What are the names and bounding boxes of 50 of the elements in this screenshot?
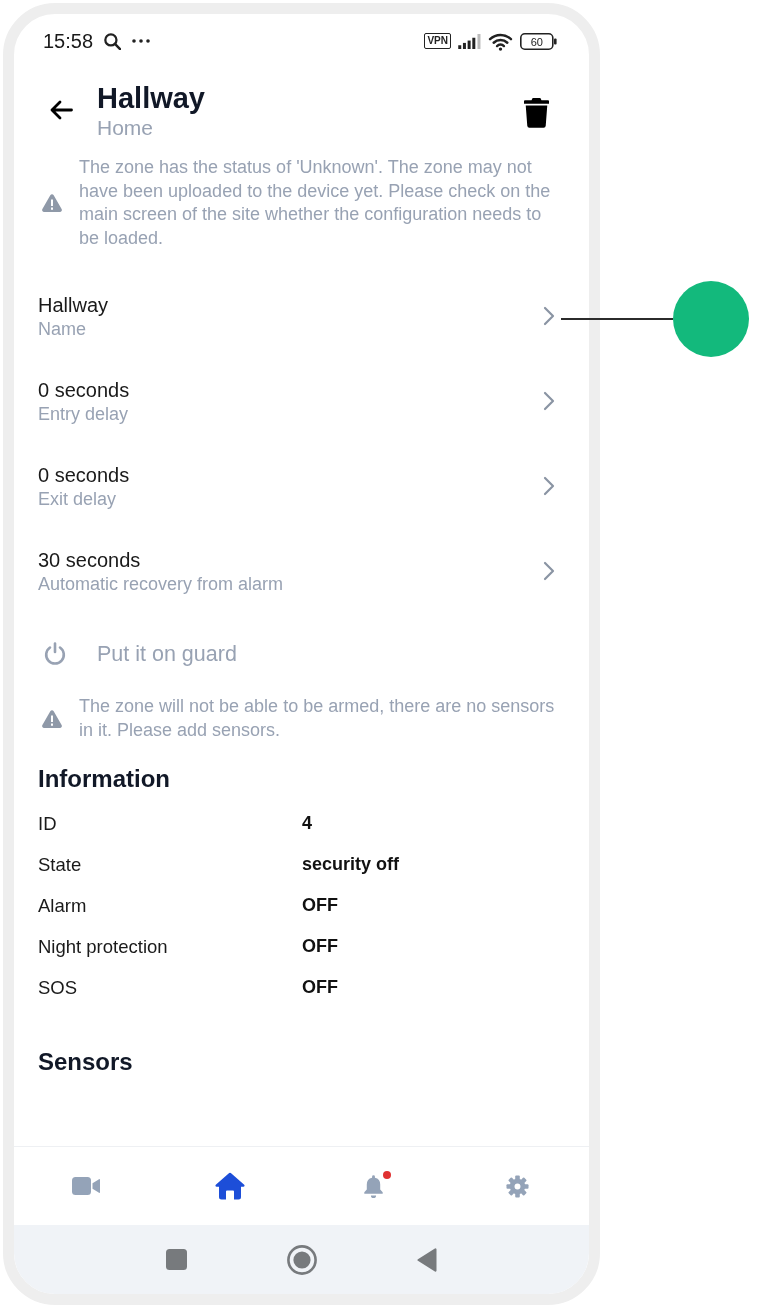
info-label: ID bbox=[38, 812, 57, 835]
chevron-right-icon[interactable] bbox=[543, 561, 555, 582]
setting-label: Name bbox=[38, 317, 86, 340]
back-arrow-icon[interactable] bbox=[49, 99, 73, 120]
signal-bars-icon bbox=[458, 33, 481, 49]
triangle-icon bbox=[417, 1247, 437, 1272]
info-value: security off bbox=[302, 854, 400, 876]
info-value: 4 bbox=[302, 813, 312, 835]
gear-icon bbox=[505, 1174, 529, 1198]
recents-button[interactable] bbox=[164, 1247, 189, 1272]
warning-icon bbox=[42, 194, 62, 213]
chevron-right-icon[interactable] bbox=[543, 306, 555, 327]
trash-icon[interactable] bbox=[524, 97, 549, 128]
info-value: OFF bbox=[302, 977, 338, 999]
bell-icon bbox=[361, 1173, 385, 1199]
page-subtitle: Home bbox=[97, 115, 154, 141]
ring-icon bbox=[287, 1244, 317, 1275]
info-value: OFF bbox=[302, 895, 338, 917]
chevron-right-icon[interactable] bbox=[543, 391, 555, 412]
setting-value: 0 seconds bbox=[38, 462, 130, 487]
info-label: SOS bbox=[38, 976, 78, 999]
setting-value: 30 seconds bbox=[38, 547, 141, 572]
power-icon bbox=[44, 642, 66, 666]
warning-text: The zone will not be able to be armed, there are no sensors in it. Please add sensors. bbox=[79, 694, 556, 742]
clock-time: 15:58 bbox=[43, 30, 94, 52]
wifi-icon bbox=[488, 31, 513, 51]
house-icon bbox=[214, 1172, 245, 1200]
setting-label: Entry delay bbox=[38, 402, 129, 425]
video-camera-icon bbox=[71, 1176, 100, 1196]
vpn-indicator: VPN bbox=[424, 33, 451, 49]
info-value: OFF bbox=[302, 936, 338, 958]
info-label: Night protection bbox=[38, 935, 168, 958]
home-button[interactable] bbox=[285, 1242, 319, 1277]
battery-indicator: 60 bbox=[520, 32, 557, 50]
warning-icon bbox=[42, 709, 62, 728]
page-title: Hallway bbox=[97, 82, 205, 115]
chevron-right-icon[interactable] bbox=[543, 476, 555, 497]
back-button[interactable] bbox=[415, 1245, 439, 1274]
square-icon bbox=[166, 1249, 187, 1270]
search-icon bbox=[104, 32, 122, 50]
setting-label: Exit delay bbox=[38, 487, 117, 510]
info-label: Alarm bbox=[38, 894, 87, 917]
setting-value: Hallway bbox=[38, 292, 109, 317]
section-heading: Sensors bbox=[38, 1048, 133, 1077]
more-dots-icon bbox=[132, 39, 151, 43]
section-heading: Information bbox=[38, 765, 170, 794]
setting-value: 0 seconds bbox=[38, 377, 130, 402]
setting-label: Automatic recovery from alarm bbox=[38, 572, 284, 595]
warning-text: The zone has the status of 'Unknown'. The zone may not have been uploaded to the device yet. Please check on the main screen of the site whether the configuration needs to be loaded. bbox=[79, 156, 552, 251]
info-label: State bbox=[38, 853, 82, 876]
